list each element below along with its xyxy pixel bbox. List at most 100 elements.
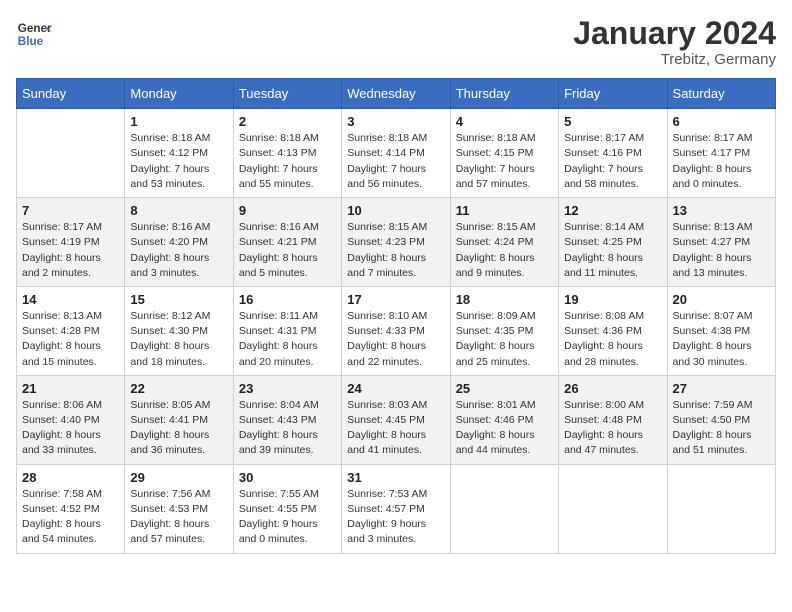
page-header: General Blue January 2024 Trebitz, Germa… [16, 16, 776, 68]
day-info: Sunrise: 8:03 AM Sunset: 4:45 PM Dayligh… [347, 398, 444, 459]
day-number: 1 [130, 114, 227, 129]
weekday-header-tuesday: Tuesday [233, 79, 341, 109]
calendar-cell: 9Sunrise: 8:16 AM Sunset: 4:21 PM Daylig… [233, 198, 341, 287]
day-info: Sunrise: 8:17 AM Sunset: 4:19 PM Dayligh… [22, 220, 119, 281]
day-number: 4 [456, 114, 553, 129]
weekday-header-monday: Monday [125, 79, 233, 109]
day-info: Sunrise: 8:06 AM Sunset: 4:40 PM Dayligh… [22, 398, 119, 459]
calendar-title: January 2024 [573, 16, 776, 51]
day-number: 17 [347, 292, 444, 307]
day-info: Sunrise: 8:13 AM Sunset: 4:27 PM Dayligh… [673, 220, 770, 281]
day-number: 5 [564, 114, 661, 129]
day-number: 12 [564, 203, 661, 218]
day-info: Sunrise: 8:11 AM Sunset: 4:31 PM Dayligh… [239, 309, 336, 370]
calendar-cell [450, 464, 558, 553]
calendar-cell: 1 Sunrise: 8:18 AM Sunset: 4:12 PM Daylig… [125, 109, 233, 198]
day-info: Sunrise: 8:08 AM Sunset: 4:36 PM Dayligh… [564, 309, 661, 370]
calendar-cell: 31 Sunrise: 7:53 AM Sunset: 4:57 PM Dayli… [342, 464, 450, 553]
day-number: 18 [456, 292, 553, 307]
day-info: Sunrise: 8:17 AM Sunset: 4:17 PM Dayligh… [673, 131, 770, 192]
calendar-cell: 26 Sunrise: 8:00 AM Sunset: 4:48 PM Dayli… [559, 375, 667, 464]
weekday-header-friday: Friday [559, 79, 667, 109]
calendar-cell: 3Sunrise: 8:18 AM Sunset: 4:14 PM Daylig… [342, 109, 450, 198]
day-info: Sunrise: 8:18 AM Sunset: 4:12 PM Dayligh… [130, 131, 227, 192]
day-number: 15 [130, 292, 227, 307]
calendar-cell: 10 Sunrise: 8:15 AM Sunset: 4:23 PM Dayli… [342, 198, 450, 287]
calendar-body: 1 Sunrise: 8:18 AM Sunset: 4:12 PM Daylig… [17, 109, 776, 553]
calendar-cell: 2 Sunrise: 8:18 AM Sunset: 4:13 PM Daylig… [233, 109, 341, 198]
day-number: 13 [673, 203, 770, 218]
day-number: 10 [347, 203, 444, 218]
calendar-cell [559, 464, 667, 553]
day-info: Sunrise: 8:13 AM Sunset: 4:28 PM Dayligh… [22, 309, 119, 370]
day-info: Sunrise: 8:16 AM Sunset: 4:21 PM Dayligh… [239, 220, 336, 281]
calendar-cell: 20 Sunrise: 8:07 AM Sunset: 4:38 PM Dayli… [667, 286, 775, 375]
day-info: Sunrise: 8:09 AM Sunset: 4:35 PM Dayligh… [456, 309, 553, 370]
day-number: 23 [239, 381, 336, 396]
day-number: 8 [130, 203, 227, 218]
calendar-cell: 22Sunrise: 8:05 AM Sunset: 4:41 PM Dayli… [125, 375, 233, 464]
day-number: 26 [564, 381, 661, 396]
calendar-cell: 27 Sunrise: 7:59 AM Sunset: 4:50 PM Dayli… [667, 375, 775, 464]
weekday-header-sunday: Sunday [17, 79, 125, 109]
weekday-header-wednesday: Wednesday [342, 79, 450, 109]
calendar-cell: 16Sunrise: 8:11 AM Sunset: 4:31 PM Dayli… [233, 286, 341, 375]
calendar-week-3: 14 Sunrise: 8:13 AM Sunset: 4:28 PM Dayli… [17, 286, 776, 375]
day-info: Sunrise: 8:17 AM Sunset: 4:16 PM Dayligh… [564, 131, 661, 192]
day-info: Sunrise: 8:18 AM Sunset: 4:13 PM Dayligh… [239, 131, 336, 192]
calendar-table: SundayMondayTuesdayWednesdayThursdayFrid… [16, 78, 776, 553]
calendar-cell: 30 Sunrise: 7:55 AM Sunset: 4:55 PM Dayli… [233, 464, 341, 553]
calendar-cell [667, 464, 775, 553]
day-number: 25 [456, 381, 553, 396]
day-number: 27 [673, 381, 770, 396]
weekday-header-saturday: Saturday [667, 79, 775, 109]
calendar-cell: 17 Sunrise: 8:10 AM Sunset: 4:33 PM Dayli… [342, 286, 450, 375]
day-info: Sunrise: 8:15 AM Sunset: 4:24 PM Dayligh… [456, 220, 553, 281]
day-number: 6 [673, 114, 770, 129]
title-block: January 2024 Trebitz, Germany [573, 16, 776, 68]
day-number: 19 [564, 292, 661, 307]
calendar-cell: 23Sunrise: 8:04 AM Sunset: 4:43 PM Dayli… [233, 375, 341, 464]
day-info: Sunrise: 7:53 AM Sunset: 4:57 PM Dayligh… [347, 487, 444, 548]
calendar-cell: 24 Sunrise: 8:03 AM Sunset: 4:45 PM Dayli… [342, 375, 450, 464]
day-info: Sunrise: 8:18 AM Sunset: 4:14 PM Dayligh… [347, 131, 444, 192]
day-number: 7 [22, 203, 119, 218]
weekday-header-thursday: Thursday [450, 79, 558, 109]
day-number: 14 [22, 292, 119, 307]
calendar-cell: 6 Sunrise: 8:17 AM Sunset: 4:17 PM Daylig… [667, 109, 775, 198]
calendar-cell: 15Sunrise: 8:12 AM Sunset: 4:30 PM Dayli… [125, 286, 233, 375]
day-number: 31 [347, 470, 444, 485]
day-number: 11 [456, 203, 553, 218]
day-info: Sunrise: 7:55 AM Sunset: 4:55 PM Dayligh… [239, 487, 336, 548]
day-info: Sunrise: 8:15 AM Sunset: 4:23 PM Dayligh… [347, 220, 444, 281]
day-info: Sunrise: 7:56 AM Sunset: 4:53 PM Dayligh… [130, 487, 227, 548]
calendar-cell: 21Sunrise: 8:06 AM Sunset: 4:40 PM Dayli… [17, 375, 125, 464]
day-info: Sunrise: 8:16 AM Sunset: 4:20 PM Dayligh… [130, 220, 227, 281]
calendar-week-2: 7 Sunrise: 8:17 AM Sunset: 4:19 PM Daylig… [17, 198, 776, 287]
calendar-cell: 28Sunrise: 7:58 AM Sunset: 4:52 PM Dayli… [17, 464, 125, 553]
calendar-week-4: 21Sunrise: 8:06 AM Sunset: 4:40 PM Dayli… [17, 375, 776, 464]
day-number: 2 [239, 114, 336, 129]
calendar-cell [17, 109, 125, 198]
calendar-cell: 13 Sunrise: 8:13 AM Sunset: 4:27 PM Dayli… [667, 198, 775, 287]
day-info: Sunrise: 8:05 AM Sunset: 4:41 PM Dayligh… [130, 398, 227, 459]
calendar-header: SundayMondayTuesdayWednesdayThursdayFrid… [17, 79, 776, 109]
calendar-cell: 5 Sunrise: 8:17 AM Sunset: 4:16 PM Daylig… [559, 109, 667, 198]
day-number: 30 [239, 470, 336, 485]
day-number: 20 [673, 292, 770, 307]
calendar-cell: 12 Sunrise: 8:14 AM Sunset: 4:25 PM Dayli… [559, 198, 667, 287]
day-info: Sunrise: 8:00 AM Sunset: 4:48 PM Dayligh… [564, 398, 661, 459]
calendar-subtitle: Trebitz, Germany [573, 51, 776, 68]
day-number: 24 [347, 381, 444, 396]
calendar-cell: 18 Sunrise: 8:09 AM Sunset: 4:35 PM Dayli… [450, 286, 558, 375]
day-info: Sunrise: 8:07 AM Sunset: 4:38 PM Dayligh… [673, 309, 770, 370]
day-number: 29 [130, 470, 227, 485]
calendar-cell: 14 Sunrise: 8:13 AM Sunset: 4:28 PM Dayli… [17, 286, 125, 375]
day-info: Sunrise: 8:14 AM Sunset: 4:25 PM Dayligh… [564, 220, 661, 281]
calendar-cell: 8 Sunrise: 8:16 AM Sunset: 4:20 PM Daylig… [125, 198, 233, 287]
day-info: Sunrise: 8:10 AM Sunset: 4:33 PM Dayligh… [347, 309, 444, 370]
day-info: Sunrise: 7:59 AM Sunset: 4:50 PM Dayligh… [673, 398, 770, 459]
logo: General Blue [16, 16, 52, 52]
svg-text:Blue: Blue [18, 35, 44, 48]
calendar-cell: 29 Sunrise: 7:56 AM Sunset: 4:53 PM Dayli… [125, 464, 233, 553]
